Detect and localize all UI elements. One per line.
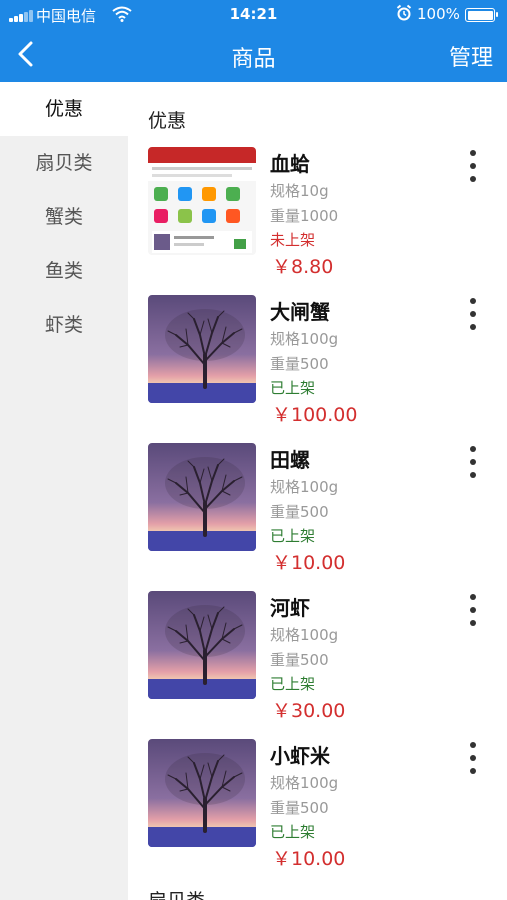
product-items: 血蛤规格10g 重量1000 未上架 ￥8.80 大闸蟹规格100g 重量500 已上架 ￥1… (128, 144, 507, 884)
product-weight: 重量500 (270, 355, 329, 373)
product-price: ￥8.80 (272, 256, 334, 278)
product-image (148, 295, 256, 403)
product-status: 已上架 (270, 379, 316, 397)
product-price: ￥30.00 (272, 700, 346, 722)
product-item[interactable]: 田螺规格100g 重量500 已上架 ￥10.00 (128, 440, 507, 588)
product-spec: 规格100g (270, 330, 339, 348)
status-bar: 中国电信 14:21 100% (0, 0, 507, 30)
product-image (148, 591, 256, 699)
product-price: ￥10.00 (272, 848, 346, 870)
product-item[interactable]: 小虾米规格100g 重量500 已上架 ￥10.00 (128, 736, 507, 884)
product-name: 田螺 (270, 448, 310, 472)
product-name: 河虾 (270, 596, 310, 620)
product-status: 已上架 (270, 823, 316, 841)
more-vertical-icon[interactable] (468, 594, 478, 626)
product-spec: 规格100g (270, 478, 339, 496)
alarm-icon (396, 4, 412, 26)
sidebar-category[interactable]: 鱼类 (0, 244, 128, 298)
sidebar-category[interactable]: 蟹类 (0, 190, 128, 244)
product-price: ￥10.00 (272, 552, 346, 574)
manage-button[interactable]: 管理 (449, 40, 493, 72)
next-section-title: 扇贝类 (148, 886, 205, 900)
product-item[interactable]: 血蛤规格10g 重量1000 未上架 ￥8.80 (128, 144, 507, 292)
product-spec: 规格100g (270, 774, 339, 792)
more-vertical-icon[interactable] (468, 298, 478, 330)
more-vertical-icon[interactable] (468, 742, 478, 774)
product-image (148, 739, 256, 847)
product-list[interactable]: 优惠 血蛤规格10g 重量1000 未上架 ￥8.80 大闸蟹规格100g 重量500 已上… (128, 82, 507, 900)
sidebar-category[interactable]: 优惠 (0, 82, 128, 136)
product-item[interactable]: 河虾规格100g 重量500 已上架 ￥30.00 (128, 588, 507, 736)
product-weight: 重量1000 (270, 207, 339, 225)
category-sidebar: 优惠 扇贝类 蟹类 鱼类 虾类 (0, 82, 128, 900)
product-name: 小虾米 (270, 744, 330, 768)
sidebar-category[interactable]: 扇贝类 (0, 136, 128, 190)
product-spec: 规格10g (270, 182, 329, 200)
product-spec: 规格100g (270, 626, 339, 644)
more-vertical-icon[interactable] (468, 446, 478, 478)
sidebar-category[interactable]: 虾类 (0, 298, 128, 352)
product-image (148, 443, 256, 551)
product-name: 大闸蟹 (270, 300, 330, 324)
battery-icon (465, 8, 498, 22)
product-status: 已上架 (270, 527, 316, 545)
product-name: 血蛤 (270, 152, 310, 176)
top-bar: 中国电信 14:21 100% 商品 管理 (0, 0, 507, 82)
product-status: 未上架 (270, 231, 316, 249)
product-weight: 重量500 (270, 503, 329, 521)
product-image (148, 147, 256, 255)
product-item[interactable]: 大闸蟹规格100g 重量500 已上架 ￥100.00 (128, 292, 507, 440)
product-status: 已上架 (270, 675, 316, 693)
product-price: ￥100.00 (272, 404, 358, 426)
more-vertical-icon[interactable] (468, 150, 478, 182)
section-title: 优惠 (148, 110, 187, 132)
product-weight: 重量500 (270, 651, 329, 669)
battery-percent: 100% (417, 5, 460, 23)
page-title: 商品 (231, 47, 276, 72)
product-weight: 重量500 (270, 799, 329, 817)
